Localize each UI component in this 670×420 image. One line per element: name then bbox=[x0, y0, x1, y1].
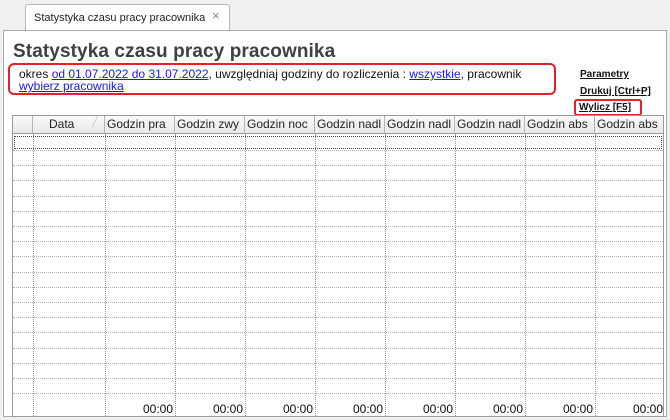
print-link[interactable]: Drukuj [Ctrl+P] bbox=[580, 86, 651, 97]
calculate-link[interactable]: Wylicz [F5] bbox=[579, 102, 631, 113]
parameters-link[interactable]: Parametry bbox=[580, 69, 629, 80]
data-grid[interactable]: Data Godzin pra Godzin zwy Godzin noc Go… bbox=[12, 115, 664, 417]
header-regular-hours[interactable]: Godzin zwy bbox=[175, 116, 245, 134]
grid-column-line bbox=[595, 134, 596, 416]
grid-column-line bbox=[455, 134, 456, 416]
main-panel: Statystyka czasu pracy pracownika okres … bbox=[3, 30, 667, 417]
tab-strip: Statystyka czasu pracy pracownika × bbox=[0, 0, 670, 31]
header-overtime-3[interactable]: Godzin nadl bbox=[455, 116, 525, 134]
footer-overtime-2: 00:00 bbox=[422, 402, 453, 416]
focused-row[interactable] bbox=[14, 136, 662, 149]
grid-row-line bbox=[13, 241, 663, 243]
grid-column-line bbox=[105, 134, 106, 416]
header-overtime-2[interactable]: Godzin nadl bbox=[385, 116, 455, 134]
grid-row-line bbox=[13, 165, 663, 167]
footer-work-hours: 00:00 bbox=[142, 402, 173, 416]
sort-icon: ╱ bbox=[92, 117, 98, 127]
header-work-hours[interactable]: Godzin pra bbox=[105, 116, 175, 134]
header-night-hours[interactable]: Godzin noc bbox=[245, 116, 315, 134]
grid-column-line bbox=[525, 134, 526, 416]
header-overtime-1[interactable]: Godzin nadl bbox=[315, 116, 385, 134]
grid-header: Data Godzin pra Godzin zwy Godzin noc Go… bbox=[13, 116, 663, 134]
grid-row-line bbox=[13, 271, 663, 273]
grid-row-line bbox=[13, 378, 663, 379]
tab-label: Statystyka czasu pracy pracownika bbox=[34, 12, 206, 24]
hours-mode-link[interactable]: wszystkie bbox=[409, 67, 460, 81]
grid-column-line bbox=[315, 134, 316, 416]
header-absence-2[interactable]: Godzin abs bbox=[595, 116, 663, 134]
tab-employee-stats[interactable]: Statystyka czasu pracy pracownika × bbox=[25, 4, 230, 31]
grid-row-line bbox=[13, 256, 663, 258]
footer-absence-2: 00:00 bbox=[632, 402, 663, 416]
footer-night-hours: 00:00 bbox=[282, 402, 313, 416]
grid-column-line bbox=[245, 134, 246, 416]
grid-row-line bbox=[13, 393, 663, 395]
grid-column-line bbox=[175, 134, 176, 416]
page-title: Statystyka czasu pracy pracownika bbox=[13, 41, 336, 62]
header-absence-1[interactable]: Godzin abs bbox=[525, 116, 595, 134]
grid-row-line bbox=[13, 150, 663, 151]
grid-row-line bbox=[13, 332, 663, 334]
grid-row-line bbox=[13, 210, 663, 212]
grid-row-line bbox=[13, 317, 663, 319]
filter-mid: , uwzględniaj godziny do rozliczenia : bbox=[208, 67, 410, 81]
filter-box: okres od 01.07.2022 do 31.07.2022, uwzgl… bbox=[8, 63, 556, 95]
employee-link[interactable]: wybierz pracownika bbox=[19, 79, 124, 93]
grid-column-line bbox=[385, 134, 386, 416]
footer-regular-hours: 00:00 bbox=[212, 402, 243, 416]
close-icon[interactable]: × bbox=[212, 8, 220, 23]
footer-overtime-1: 00:00 bbox=[352, 402, 383, 416]
grid-row-line bbox=[13, 195, 663, 197]
grid-column-line bbox=[33, 134, 34, 416]
header-row-indicator bbox=[13, 116, 33, 134]
grid-row-line bbox=[13, 226, 663, 227]
footer-overtime-3: 00:00 bbox=[492, 402, 523, 416]
grid-row-line bbox=[13, 180, 663, 182]
grid-row-line bbox=[13, 362, 663, 364]
filter-mid2: , pracownik bbox=[460, 67, 522, 81]
grid-row-line bbox=[13, 347, 663, 349]
grid-row-line bbox=[13, 286, 663, 288]
footer-absence-1: 00:00 bbox=[562, 402, 593, 416]
filter-text: okres od 01.07.2022 do 31.07.2022, uwzgl… bbox=[19, 68, 559, 92]
grid-row-line bbox=[13, 302, 663, 303]
